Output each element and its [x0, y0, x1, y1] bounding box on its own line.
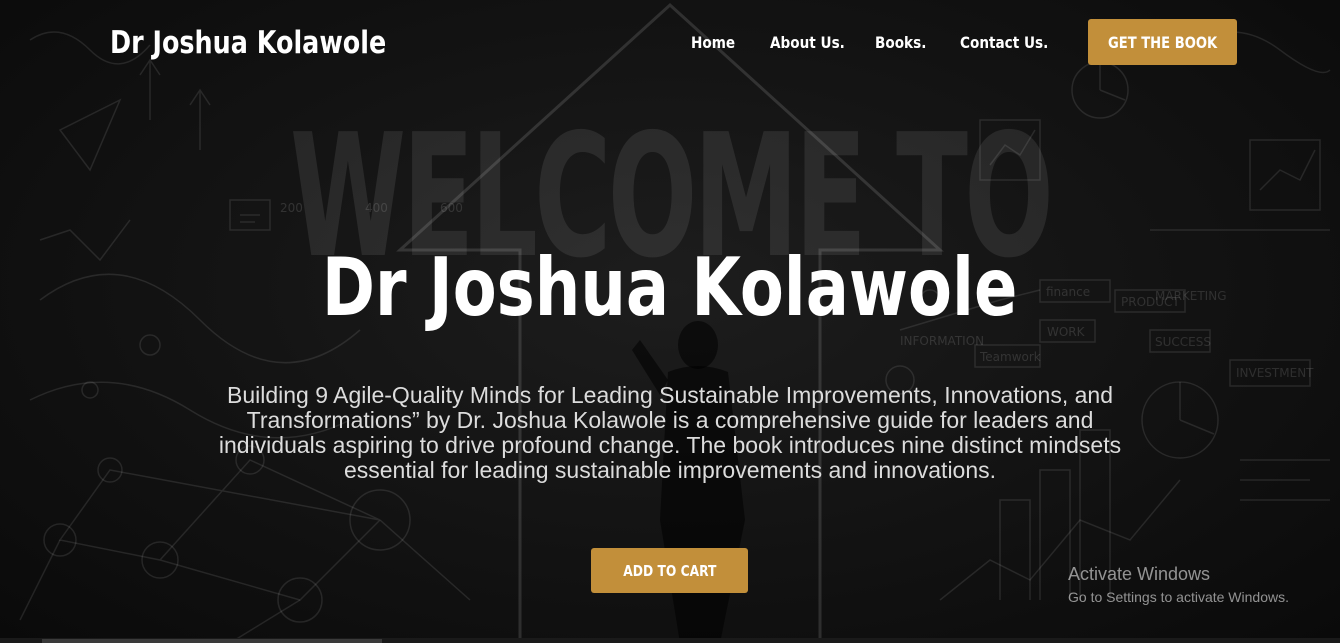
sketch-label-success: SUCCESS — [1155, 335, 1211, 349]
site-brand[interactable]: Dr Joshua Kolawole — [110, 24, 386, 62]
nav-about[interactable]: About Us. — [770, 31, 845, 55]
get-the-book-button[interactable]: GET THE BOOK — [1088, 19, 1237, 65]
hero-description: Building 9 Agile-Quality Minds for Leadi… — [218, 382, 1122, 483]
hero-section: finance PRODUCT WORK SUCCESS Teamwork IN… — [0, 0, 1340, 643]
nav-home[interactable]: Home — [691, 31, 735, 55]
nav-books[interactable]: Books. — [875, 31, 926, 55]
sketch-label-investment: INVESTMENT — [1236, 366, 1314, 380]
get-the-book-label: GET THE BOOK — [1107, 32, 1218, 52]
activate-windows-overlay: Activate Windows Go to Settings to activ… — [1068, 563, 1289, 608]
activate-windows-title: Activate Windows — [1068, 564, 1211, 584]
horizontal-scrollbar[interactable] — [0, 638, 1340, 643]
add-to-cart-label: ADD TO CART — [622, 561, 717, 580]
scrollbar-thumb[interactable] — [42, 639, 382, 643]
activate-windows-subtitle: Go to Settings to activate Windows. — [1068, 589, 1289, 605]
nav-contact[interactable]: Contact Us. — [960, 31, 1048, 55]
add-to-cart-button[interactable]: ADD TO CART — [591, 548, 748, 593]
sketch-label-teamwork: Teamwork — [979, 350, 1041, 364]
hero-title-text: Dr Joshua Kolawole — [322, 241, 1018, 334]
sketch-label-information: INFORMATION — [900, 334, 984, 348]
hero-title: Dr Joshua Kolawole — [0, 240, 1340, 336]
